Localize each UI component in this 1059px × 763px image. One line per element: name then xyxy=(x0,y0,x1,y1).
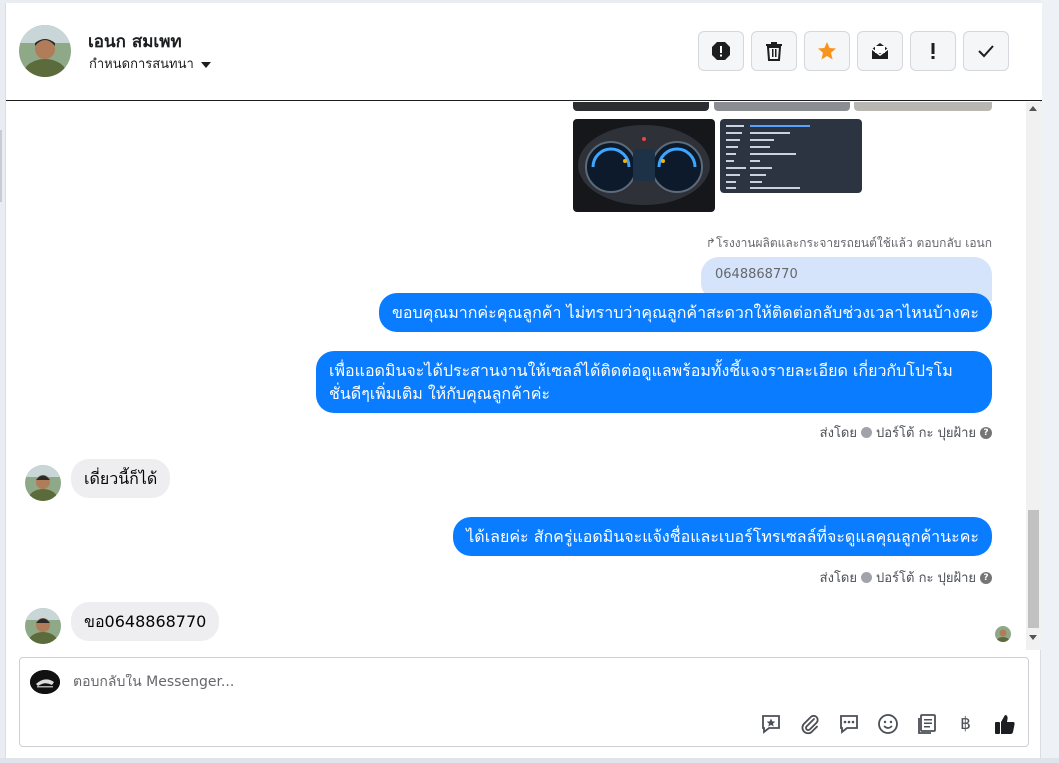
document-icon xyxy=(917,713,936,734)
message-bubble-incoming[interactable]: ขอ0648868770 xyxy=(71,602,220,641)
message-bubble-incoming[interactable]: เดี่ยวนี้ก็ได้ xyxy=(71,459,171,498)
attachment-photo[interactable] xyxy=(714,102,850,111)
check-circle-icon xyxy=(861,427,872,438)
report-spam-button[interactable] xyxy=(698,31,744,71)
like-button[interactable] xyxy=(991,710,1018,737)
messenger-panel: เอนก สมเพท กำหนดการสนทนา ↱โรงงานผลิตและก… xyxy=(5,3,1042,758)
thread-scrollbar[interactable] xyxy=(1026,102,1041,650)
conversation-toolbar xyxy=(698,31,1009,71)
trash-icon xyxy=(766,42,782,61)
car-spec-card[interactable] xyxy=(720,119,862,193)
help-icon[interactable]: ? xyxy=(980,571,992,584)
payment-button[interactable]: ฿ xyxy=(952,710,979,737)
contact-avatar-small[interactable] xyxy=(25,608,61,644)
reply-arrow-icon: ↱ xyxy=(705,236,716,250)
delete-button[interactable] xyxy=(751,31,797,71)
contact-avatar-small[interactable] xyxy=(25,465,61,501)
star-button[interactable] xyxy=(804,31,850,71)
attachment-photo[interactable] xyxy=(854,102,992,111)
scroll-up-icon[interactable] xyxy=(1029,106,1037,111)
reply-composer: ฿ xyxy=(19,657,1029,747)
saved-reply-button[interactable] xyxy=(757,710,784,737)
emoji-button[interactable] xyxy=(874,710,901,737)
conversation-settings-label: กำหนดการสนทนา xyxy=(89,57,194,72)
chat-star-icon xyxy=(761,714,780,734)
composer-tools: ฿ xyxy=(757,710,1018,737)
scroll-down-icon[interactable] xyxy=(1029,635,1037,640)
contact-name[interactable]: เอนก สมเพท xyxy=(88,28,182,55)
reply-context: ↱โรงงานผลิตและกระจายรถยนต์ใช้แล้ว ตอบกลั… xyxy=(705,236,992,250)
contact-avatar[interactable] xyxy=(19,25,71,77)
attachment-photo[interactable] xyxy=(573,102,709,111)
chat-options-button[interactable] xyxy=(835,710,862,737)
seen-receipt-avatar xyxy=(995,626,1011,642)
chat-bubble-dots-icon xyxy=(839,714,858,734)
conversation-settings-dropdown[interactable]: กำหนดการสนทนา xyxy=(89,53,211,74)
check-icon xyxy=(978,45,994,58)
dashboard-photo[interactable] xyxy=(573,119,715,212)
message-thread: ↱โรงงานผลิตและกระจายรถยนต์ใช้แล้ว ตอบกลั… xyxy=(6,102,1042,650)
window-bottom-strip xyxy=(0,758,1059,763)
message-bubble-outgoing[interactable]: ได้เลยค่ะ สักครู่แอดมินจะแจ้งชื่อและเบอร… xyxy=(453,517,992,556)
mark-unread-button[interactable] xyxy=(857,31,903,71)
mark-done-button[interactable] xyxy=(963,31,1009,71)
help-icon[interactable]: ? xyxy=(980,426,992,439)
reply-input[interactable] xyxy=(73,674,773,690)
message-line: เพื่อแอดมินจะได้ประสานงานให้เซลล์ได้ติดต… xyxy=(329,361,953,380)
envelope-open-icon xyxy=(871,43,889,59)
thumbs-up-icon xyxy=(994,714,1015,734)
conversation-header: เอนก สมเพท กำหนดการสนทนา xyxy=(6,3,1042,101)
smiley-icon xyxy=(877,713,898,734)
attach-file-button[interactable] xyxy=(796,710,823,737)
exclamation-icon xyxy=(931,43,935,59)
paperclip-icon xyxy=(801,714,819,734)
message-bubble-outgoing[interactable]: เพื่อแอดมินจะได้ประสานงานให้เซลล์ได้ติดต… xyxy=(316,351,992,413)
templates-button[interactable] xyxy=(913,710,940,737)
sent-by-info: ส่งโดย ปอร์โต้ กะ ปุยฝ้าย ? xyxy=(820,567,992,588)
alert-octagon-icon xyxy=(712,42,730,60)
message-bubble-outgoing[interactable]: ขอบคุณมากค่ะคุณลูกค้า ไม่ทราบว่าคุณลูกค้… xyxy=(378,293,992,332)
scrollbar-thumb[interactable] xyxy=(1028,510,1039,628)
caret-down-icon xyxy=(200,61,211,68)
page-logo-icon xyxy=(30,670,60,694)
sent-by-info: ส่งโดย ปอร์โต้ กะ ปุยฝ้าย ? xyxy=(820,422,992,443)
left-edge-handle xyxy=(0,130,2,202)
check-circle-icon xyxy=(861,572,872,583)
important-button[interactable] xyxy=(910,31,956,71)
window-right-strip xyxy=(1041,0,1059,763)
baht-icon: ฿ xyxy=(960,713,971,734)
message-line: ชั่นดีๆเพิ่มเติม ให้กับคุณลูกค้าค่ะ xyxy=(329,384,551,403)
star-icon xyxy=(818,42,836,60)
